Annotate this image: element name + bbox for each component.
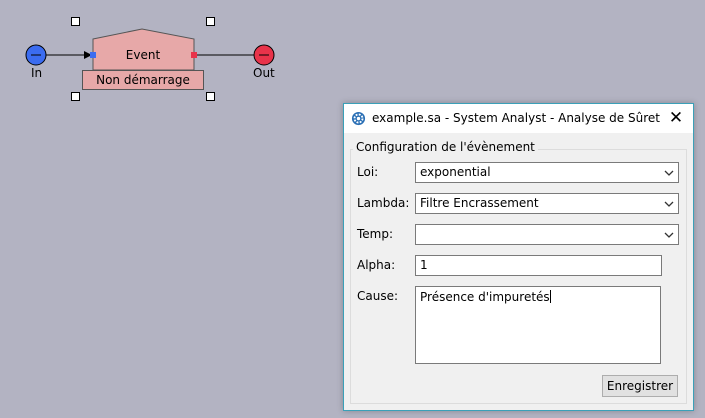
save-button[interactable]: Enregistrer <box>602 375 678 397</box>
close-icon[interactable]: ✕ <box>667 109 685 127</box>
loi-select[interactable]: exponential <box>415 162 679 183</box>
temp-select[interactable] <box>415 224 679 245</box>
event-config-group <box>350 149 687 404</box>
group-title: Configuration de l'évènement <box>353 140 538 154</box>
lambda-label: Lambda: <box>357 196 410 210</box>
chevron-down-icon[interactable] <box>663 225 675 244</box>
gear-icon <box>351 111 366 126</box>
event-config-dialog: example.sa - System Analyst - Analyse de… <box>343 103 694 411</box>
event-title: Event <box>125 48 161 62</box>
cause-label: Cause: <box>357 289 399 303</box>
loi-label: Loi: <box>357 165 379 179</box>
temp-label: Temp: <box>357 227 394 241</box>
selection-handle-bottom-right[interactable] <box>206 92 215 101</box>
selection-handle-bottom-left[interactable] <box>71 92 80 101</box>
cause-textarea[interactable]: Présence d'impuretés <box>415 286 661 364</box>
out-port-label: Out <box>253 66 275 80</box>
loi-value: exponential <box>420 165 491 179</box>
selection-handle-top-left[interactable] <box>71 17 80 26</box>
in-port-label: In <box>31 66 43 80</box>
event-subtitle[interactable]: Non démarrage <box>82 70 204 90</box>
dialog-title: example.sa - System Analyst - Analyse de… <box>372 111 660 125</box>
cause-text: Présence d'impuretés <box>420 290 550 304</box>
chevron-down-icon[interactable] <box>663 194 675 213</box>
lambda-value: Filtre Encrassement <box>420 196 539 210</box>
chevron-down-icon[interactable] <box>663 163 675 182</box>
alpha-label: Alpha: <box>357 258 396 272</box>
lambda-select[interactable]: Filtre Encrassement <box>415 193 679 214</box>
dialog-titlebar[interactable]: example.sa - System Analyst - Analyse de… <box>344 104 693 133</box>
text-caret <box>549 290 551 303</box>
alpha-input[interactable]: 1 <box>415 255 662 276</box>
selection-handle-top-right[interactable] <box>206 17 215 26</box>
